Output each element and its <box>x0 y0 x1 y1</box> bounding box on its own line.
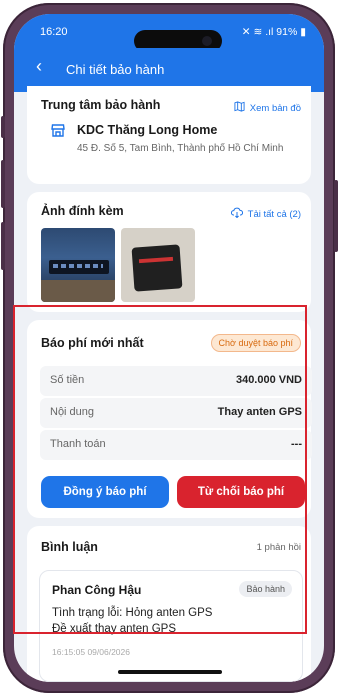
device-ports <box>53 264 103 268</box>
comments-count: 1 phản hồi <box>256 542 301 553</box>
volume-button <box>1 116 5 138</box>
service-center-card: Trung tâm bảo hành Xem bản đồ KDC Thăng … <box>27 86 311 184</box>
fee-row-amount: Số tiền 340.000 VND <box>40 366 312 396</box>
cloud-download-icon <box>231 207 244 219</box>
comment-time: 16:15:05 09/06/2026 <box>52 647 130 657</box>
download-all-link[interactable]: Tải tất cả (2) <box>231 204 301 222</box>
comments-card: Bình luận 1 phản hồi Phan Công Hậu Bảo h… <box>27 526 311 682</box>
comments-title: Bình luận <box>41 540 98 554</box>
store-icon <box>51 124 65 137</box>
map-icon <box>234 101 245 112</box>
accept-fee-button[interactable]: Đồng ý báo phí <box>41 476 169 508</box>
reject-fee-button[interactable]: Từ chối báo phí <box>177 476 305 508</box>
comment-author: Phan Công Hậu <box>52 583 142 597</box>
home-indicator <box>118 670 222 674</box>
back-icon[interactable]: ‹ <box>36 56 42 77</box>
fee-row-label: Nội dung <box>50 406 95 418</box>
attachments-card: Ảnh đính kèm Tải tất cả (2) <box>27 192 311 312</box>
status-time: 16:20 <box>40 26 68 38</box>
fee-row-value: 340.000 VND <box>235 374 302 386</box>
fee-row-payment: Thanh toán --- <box>40 430 312 460</box>
fee-row-content: Nội dung Thay anten GPS <box>40 398 312 428</box>
fee-row-value: Thay anten GPS <box>217 406 302 418</box>
comment-text-line: Đề xuất thay anten GPS <box>52 623 177 635</box>
fee-row-value: --- <box>291 438 302 450</box>
map-link[interactable]: Xem bản đồ <box>234 98 301 116</box>
fee-row-label: Thanh toán <box>50 438 106 450</box>
page-title: Chi tiết bảo hành <box>66 62 165 77</box>
screen: 16:20 ✕ ≋ .ıl 91% ▮ ‹ Chi tiết bảo hành … <box>14 14 324 682</box>
center-address: 45 Đ. Số 5, Tam Bình, Thành phố Hồ Chí M… <box>77 143 284 154</box>
fee-card: Báo phí mới nhất Chờ duyệt báo phí Số ti… <box>27 320 312 518</box>
status-badge: Chờ duyệt báo phí <box>210 334 301 352</box>
attachment-thumbnail[interactable] <box>121 228 195 302</box>
comment-item: Phan Công Hậu Bảo hành Tình trạng lỗi: H… <box>39 570 303 682</box>
map-link-label: Xem bản đồ <box>249 103 301 114</box>
attachment-thumbnail[interactable] <box>41 228 115 302</box>
comment-role-badge: Bảo hành <box>239 581 292 597</box>
attachments-title: Ảnh đính kèm <box>41 204 124 218</box>
fee-title: Báo phí mới nhất <box>41 336 144 350</box>
fee-row-label: Số tiền <box>50 374 85 386</box>
download-all-label: Tải tất cả (2) <box>247 209 301 220</box>
service-center-title: Trung tâm bảo hành <box>41 98 161 112</box>
volume-up-button <box>1 160 5 208</box>
device-shape <box>131 244 183 292</box>
camera-icon <box>202 36 212 46</box>
power-button <box>334 180 338 252</box>
comment-text-line: Tình trạng lỗi: Hỏng anten GPS <box>52 607 213 619</box>
volume-down-button <box>1 222 5 270</box>
center-name: KDC Thăng Long Home <box>77 123 218 137</box>
status-indicators: ✕ ≋ .ıl 91% ▮ <box>241 26 306 38</box>
table-surface <box>41 280 115 302</box>
